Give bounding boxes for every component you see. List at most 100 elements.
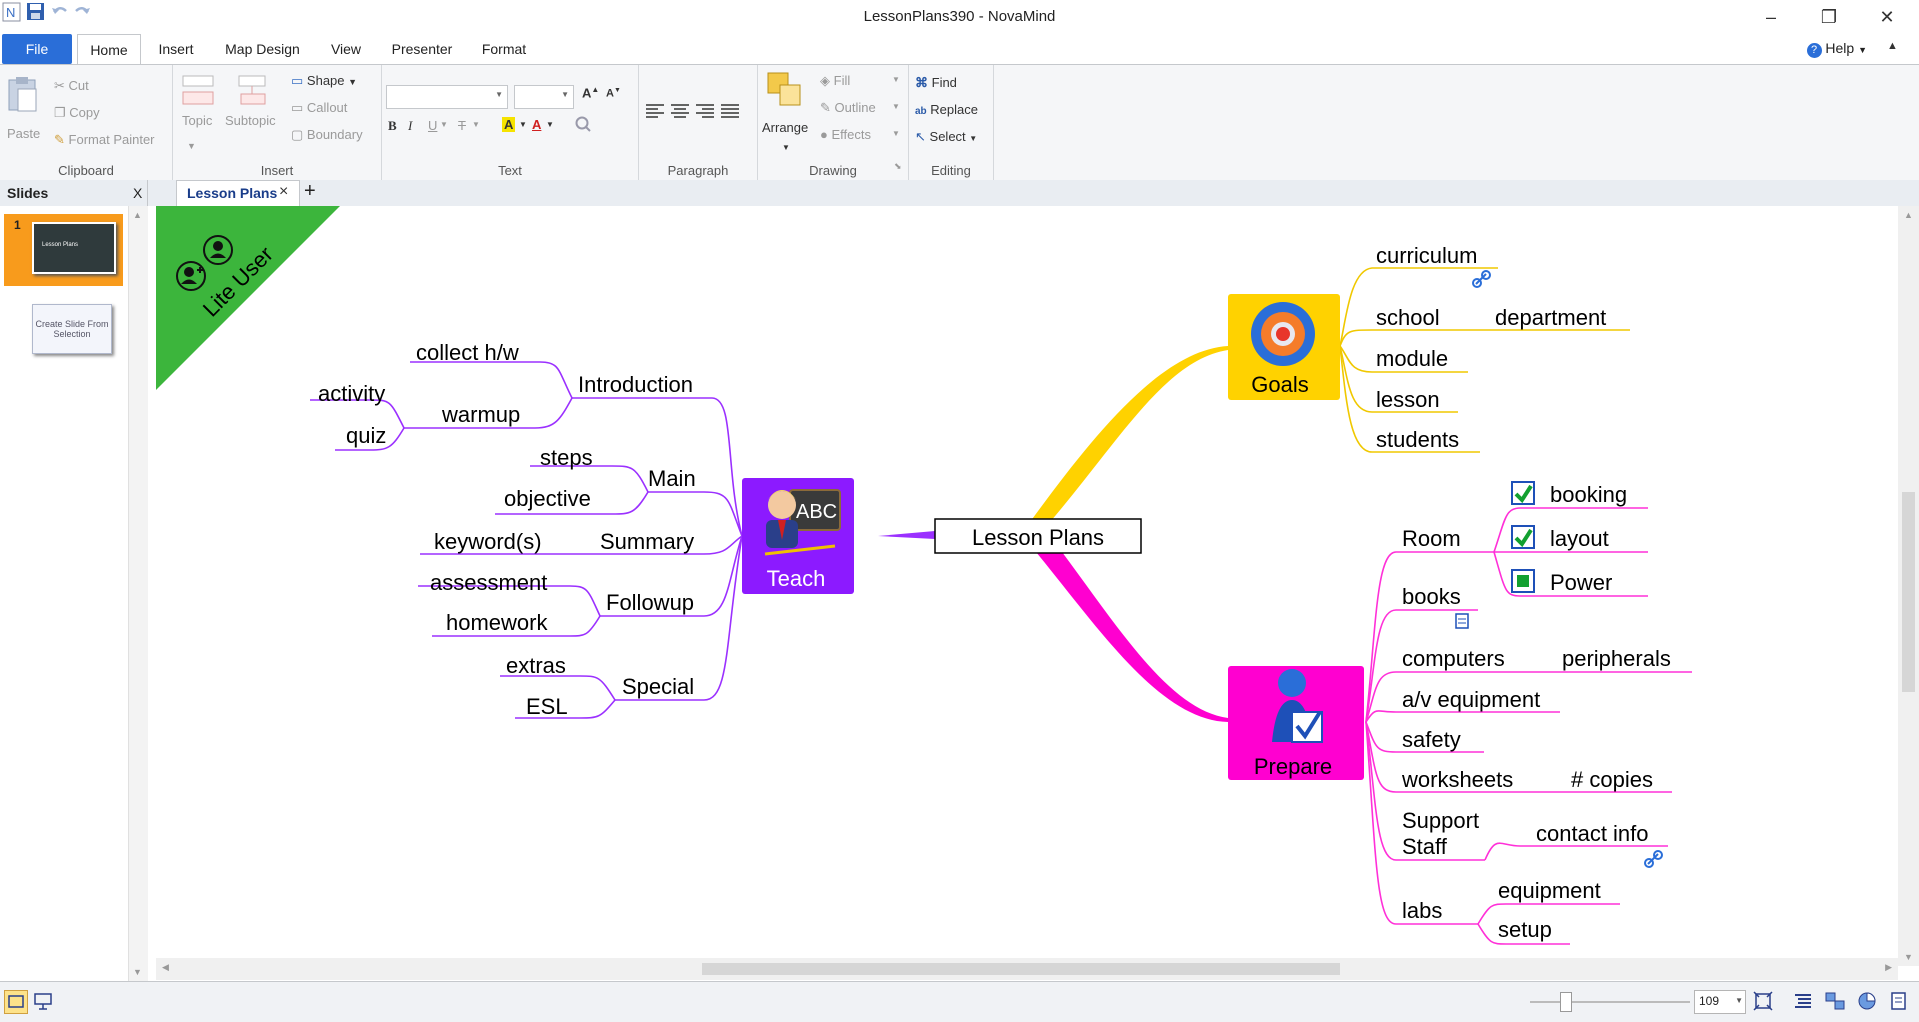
teach-collect-hw[interactable]: collect h/w [416,340,519,365]
prepare-av-equipment[interactable]: a/v equipment [1402,687,1540,712]
chevron-down-icon[interactable]: ▼ [892,75,900,84]
find-button[interactable]: ⌘ Find [915,75,957,91]
prepare-room[interactable]: Room [1402,526,1461,551]
slide-thumbnail[interactable]: 1 Lesson Plans [4,214,123,286]
font-color-icon[interactable]: A [532,117,541,132]
topic-icon[interactable] [181,74,217,111]
teach-quiz[interactable]: quiz [346,423,386,448]
vertical-scroll-thumb[interactable] [1902,492,1915,692]
prepare-layout[interactable]: layout [1550,526,1609,551]
teach-activity[interactable]: activity [318,381,385,406]
topic-button[interactable]: Topic [182,113,212,128]
tab-insert[interactable]: Insert [148,34,204,64]
close-tab-icon[interactable]: × [279,183,288,201]
map-view-icon[interactable] [1824,990,1846,1017]
tab-home[interactable]: Home [77,34,141,66]
tab-map-design[interactable]: Map Design [215,34,310,64]
minimize-button[interactable]: – [1751,4,1791,30]
bold-button[interactable]: B [388,118,397,134]
chevron-down-icon[interactable]: ▼ [892,102,900,111]
prepare-computers[interactable]: computers [1402,646,1505,671]
arrange-button[interactable]: Arrange [762,120,808,135]
strikethrough-icon[interactable]: T [458,118,466,133]
slides-scrollbar[interactable]: ▲ ▼ [128,206,148,981]
dialog-launcher-icon[interactable]: ⬊ [894,161,902,172]
horizontal-scroll-thumb[interactable] [702,963,1340,975]
grow-font-icon[interactable]: A▲ [582,85,599,100]
create-slide-from-selection-button[interactable]: Create Slide From Selection [32,304,112,354]
collapse-ribbon-icon[interactable]: ▲ [1887,40,1898,52]
goals-topic[interactable]: Goals [1228,294,1340,400]
align-left-icon[interactable] [645,103,665,122]
zoom-slider-thumb[interactable] [1560,992,1572,1012]
fill-button[interactable]: ◈ Fill [820,73,850,89]
prepare-books[interactable]: books [1402,584,1461,609]
select-button[interactable]: ↖ Select ▼ [915,129,977,145]
paste-button[interactable]: Paste [7,126,40,141]
font-size-select[interactable]: ▼ [514,85,574,109]
effects-button[interactable]: ● Effects [820,127,871,142]
chevron-down-icon[interactable]: ▼ [892,129,900,138]
prepare-power[interactable]: Power [1550,570,1612,595]
presenter-view-icon[interactable] [32,990,54,1012]
goal-lesson[interactable]: lesson [1376,387,1440,412]
add-tab-button[interactable]: + [304,180,316,203]
prepare-topic[interactable]: Prepare [1228,666,1364,780]
replace-button[interactable]: ab Replace [915,102,978,117]
teach-homework[interactable]: homework [446,610,548,635]
close-slides-panel-button[interactable]: X [133,185,142,201]
vertical-scrollbar[interactable]: ▲ ▼ [1898,206,1919,966]
chevron-down-icon[interactable]: ▼ [440,120,448,129]
teach-steps[interactable]: steps [540,445,593,470]
zoom-text-icon[interactable] [574,115,592,136]
highlight-color-icon[interactable]: A [502,117,516,132]
goal-curriculum[interactable]: curriculum [1376,243,1477,268]
scroll-left-icon[interactable]: ◀ [162,962,169,973]
subtopic-icon[interactable] [235,74,271,111]
zoom-slider[interactable] [1530,990,1690,1014]
outline-button[interactable]: ✎ Outline [820,100,876,116]
note-icon[interactable] [1455,613,1469,629]
chevron-down-icon[interactable]: ▼ [519,120,527,129]
goal-department[interactable]: department [1495,305,1606,330]
chevron-down-icon[interactable]: ▼ [782,143,790,152]
teach-topic[interactable]: ABC Teach [742,478,854,594]
cut-button[interactable]: ✂ Cut [54,78,89,94]
fit-to-window-icon[interactable] [1752,990,1774,1017]
topic-dropdown-icon[interactable]: ▼ [187,141,196,151]
align-center-icon[interactable] [670,103,690,122]
prepare-setup[interactable]: setup [1498,917,1552,942]
hyperlink-icon[interactable] [1472,270,1491,288]
teach-summary[interactable]: Summary [600,529,694,554]
goal-school[interactable]: school [1376,305,1440,330]
teach-special[interactable]: Special [622,674,694,699]
close-window-button[interactable]: ✕ [1867,4,1907,30]
prepare-copies[interactable]: # copies [1571,767,1653,792]
tab-file[interactable]: File [2,34,72,64]
prepare-safety[interactable]: safety [1402,727,1461,752]
paste-icon[interactable] [6,75,40,116]
pie-view-icon[interactable] [1856,990,1878,1017]
align-right-icon[interactable] [695,103,715,122]
teach-keywords[interactable]: keyword(s) [434,529,542,554]
goal-students[interactable]: students [1376,427,1459,452]
boundary-button[interactable]: ▢ Boundary [291,127,363,143]
goal-module[interactable]: module [1376,346,1448,371]
tab-presenter[interactable]: Presenter [383,34,461,64]
chevron-down-icon[interactable]: ▼ [546,120,554,129]
chevron-down-icon[interactable]: ▼ [472,120,480,129]
prepare-worksheets[interactable]: worksheets [1401,767,1513,792]
scroll-up-icon[interactable]: ▲ [1904,210,1913,220]
format-painter-button[interactable]: ✎ Format Painter [54,132,155,148]
scroll-down-icon[interactable]: ▼ [133,967,142,977]
center-topic[interactable]: Lesson Plans [934,518,1142,554]
chevron-down-icon[interactable]: ▼ [1735,996,1743,1005]
checkbox-checked-icon[interactable] [1511,481,1535,505]
document-tab[interactable]: Lesson Plans × [176,180,300,207]
prepare-support[interactable]: Support [1402,808,1479,833]
tab-view[interactable]: View [320,34,372,64]
teach-objective[interactable]: objective [504,486,591,511]
scroll-up-icon[interactable]: ▲ [133,210,142,220]
arrange-icon[interactable] [766,71,804,112]
normal-view-icon[interactable] [4,990,28,1014]
